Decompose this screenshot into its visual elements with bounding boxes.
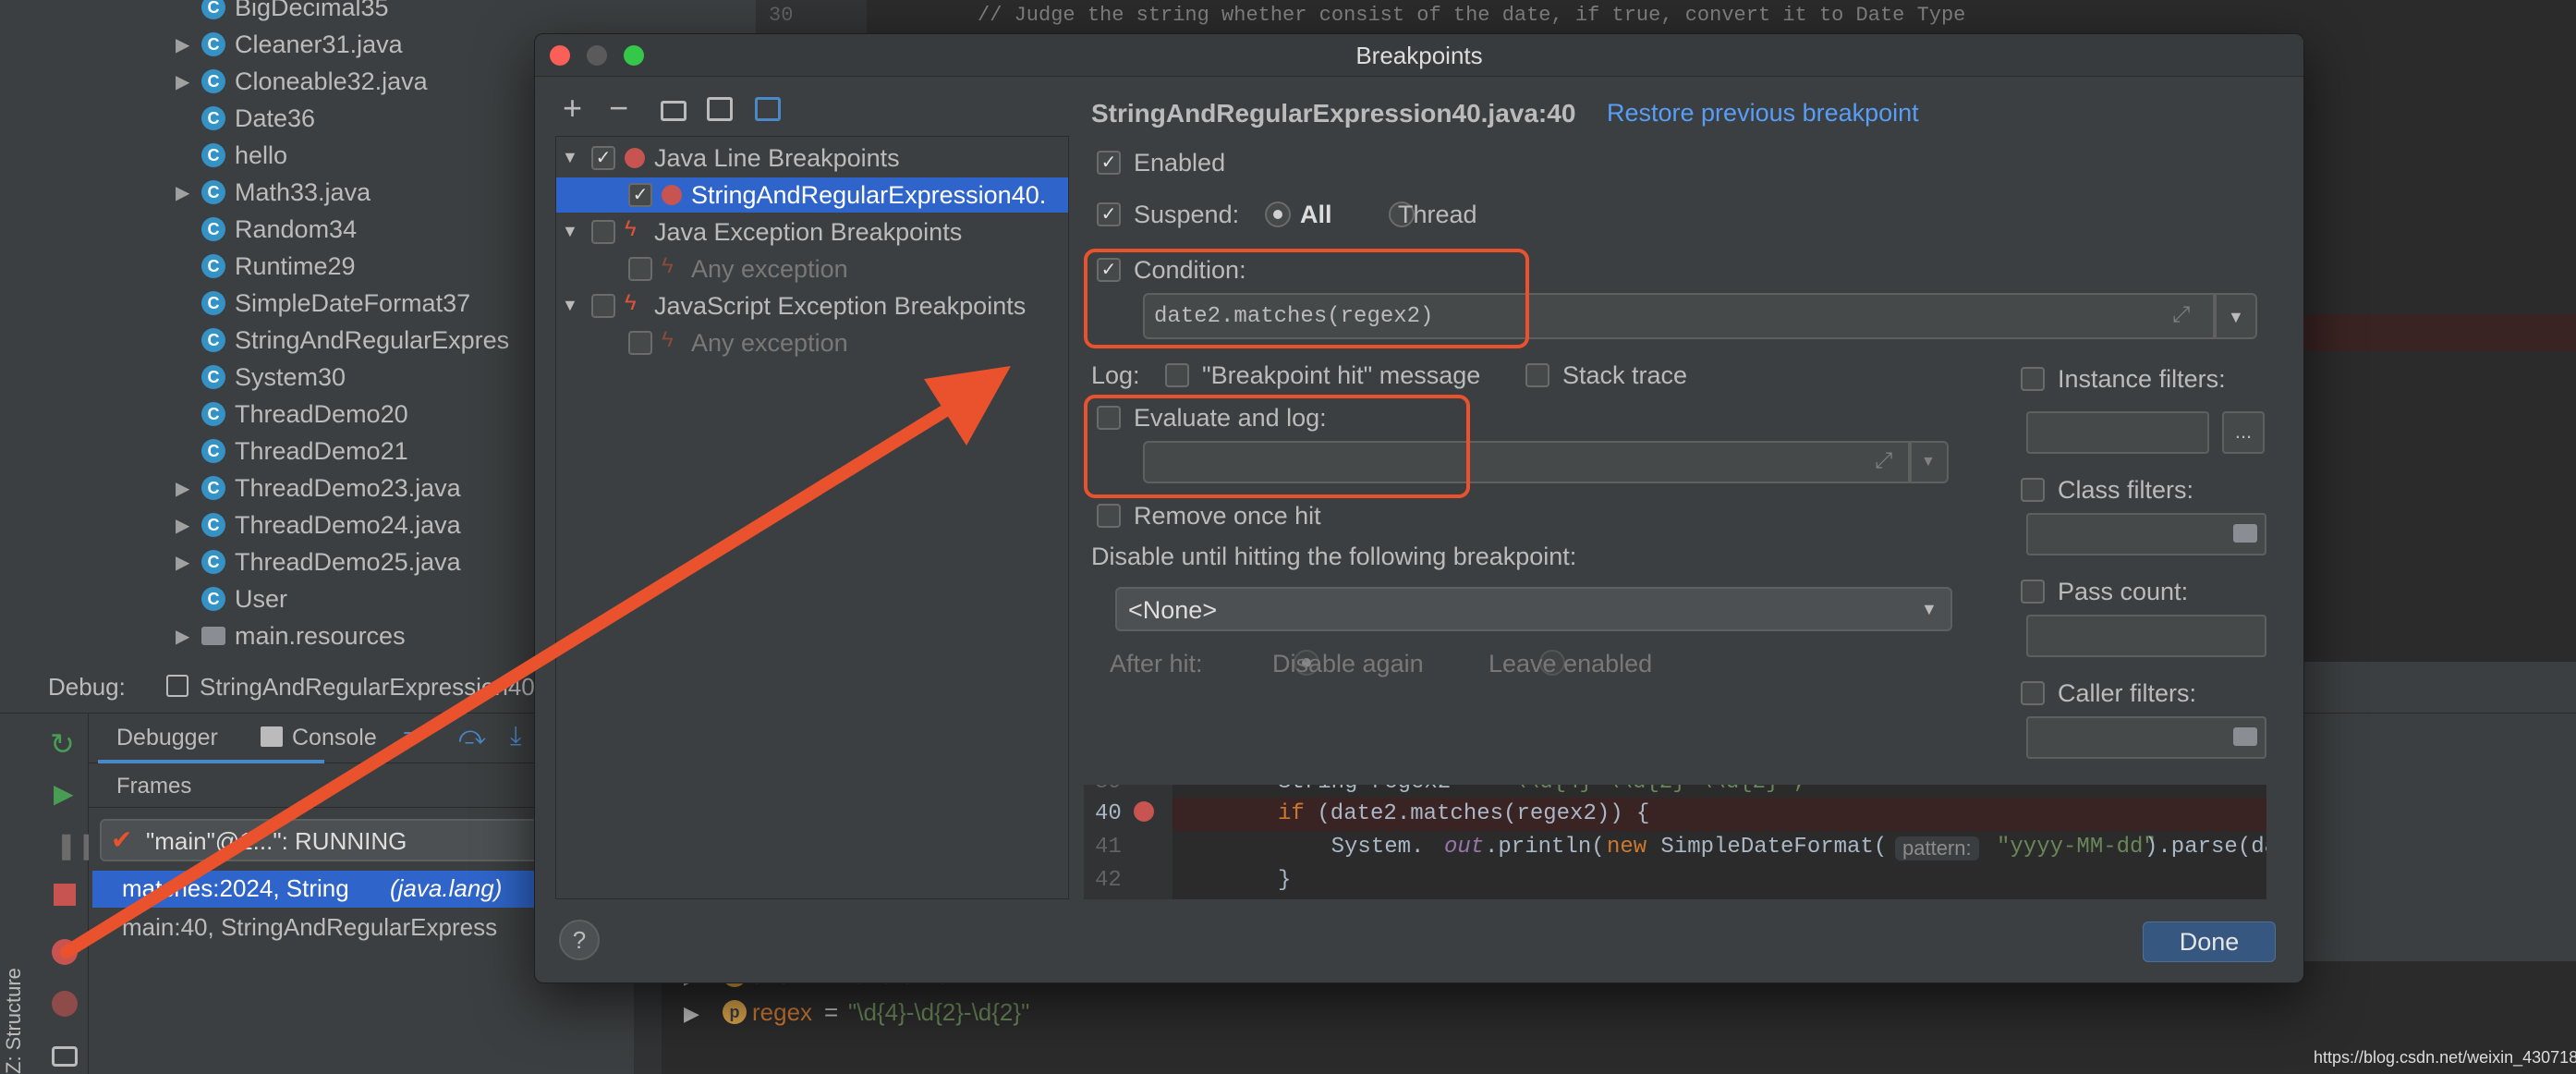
annotation-arrow-head	[924, 366, 1011, 445]
watermark: https://blog.csdn.net/weixin_43071838	[2314, 1048, 2576, 1067]
annotation-arrow	[60, 366, 1011, 958]
annotation-arrow-shaft	[60, 400, 958, 958]
ide-window: C BigDecimal35 ▶ C Cleaner31.java ▶ C Cloneable…	[0, 0, 2576, 1074]
